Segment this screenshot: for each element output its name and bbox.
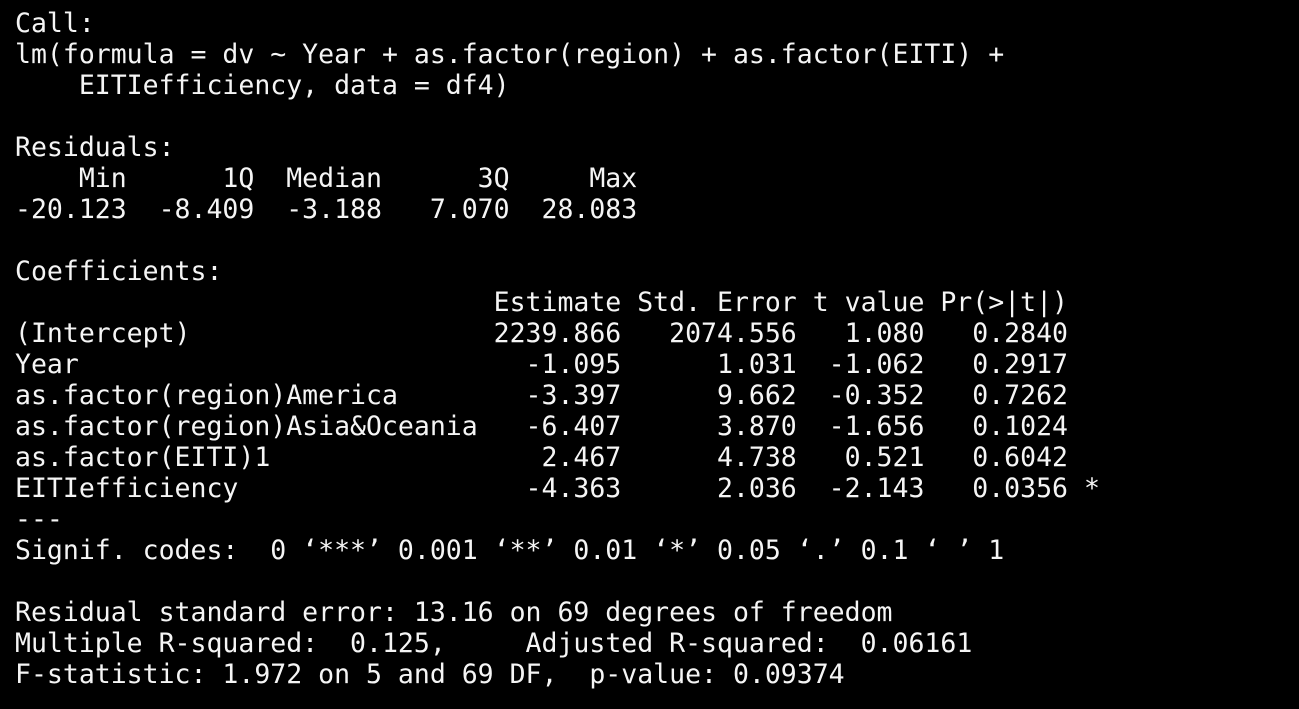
console-line-coefficients-header: Estimate Std. Error t value Pr(>|t|) xyxy=(15,287,1100,318)
console-line-residuals-values: -20.123 -8.409 -3.188 7.070 28.083 xyxy=(15,194,654,225)
console-line-signif-codes: Signif. codes: 0 ‘***’ 0.001 ‘**’ 0.01 ‘… xyxy=(15,535,1005,566)
console-line-residuals-label: Residuals: xyxy=(15,132,175,163)
console-line-coef-region-america: as.factor(region)America -3.397 9.662 -0… xyxy=(15,380,1100,411)
console-line-r-squared: Multiple R-squared: 0.125, Adjusted R-sq… xyxy=(15,628,989,659)
console-line-residual-std-error: Residual standard error: 13.16 on 69 deg… xyxy=(15,597,893,628)
console-line-coefficients-label: Coefficients: xyxy=(15,256,223,287)
console-line-f-statistic: F-statistic: 1.972 on 5 and 69 DF, p-val… xyxy=(15,659,845,690)
console-line-coef-year: Year -1.095 1.031 -1.062 0.2917 xyxy=(15,349,1100,380)
console-line-coef-region-asia-oceania: as.factor(region)Asia&Oceania -6.407 3.8… xyxy=(15,411,1100,442)
console-line-formula-2: EITIefficiency, data = df4) xyxy=(15,70,510,101)
console-line-call-label: Call: xyxy=(15,8,95,39)
console-line-coef-eiti1: as.factor(EITI)1 2.467 4.738 0.521 0.604… xyxy=(15,442,1100,473)
console-output[interactable]: Call: lm(formula = dv ~ Year + as.factor… xyxy=(0,0,1299,709)
console-line-coef-intercept: (Intercept) 2239.866 2074.556 1.080 0.28… xyxy=(15,318,1100,349)
console-line-coef-eitiefficiency: EITIefficiency -4.363 2.036 -2.143 0.035… xyxy=(15,473,1100,504)
console-line-formula-1: lm(formula = dv ~ Year + as.factor(regio… xyxy=(15,39,1021,70)
console-line-residuals-header: Min 1Q Median 3Q Max xyxy=(15,163,654,194)
console-line-separator: --- xyxy=(15,504,63,535)
